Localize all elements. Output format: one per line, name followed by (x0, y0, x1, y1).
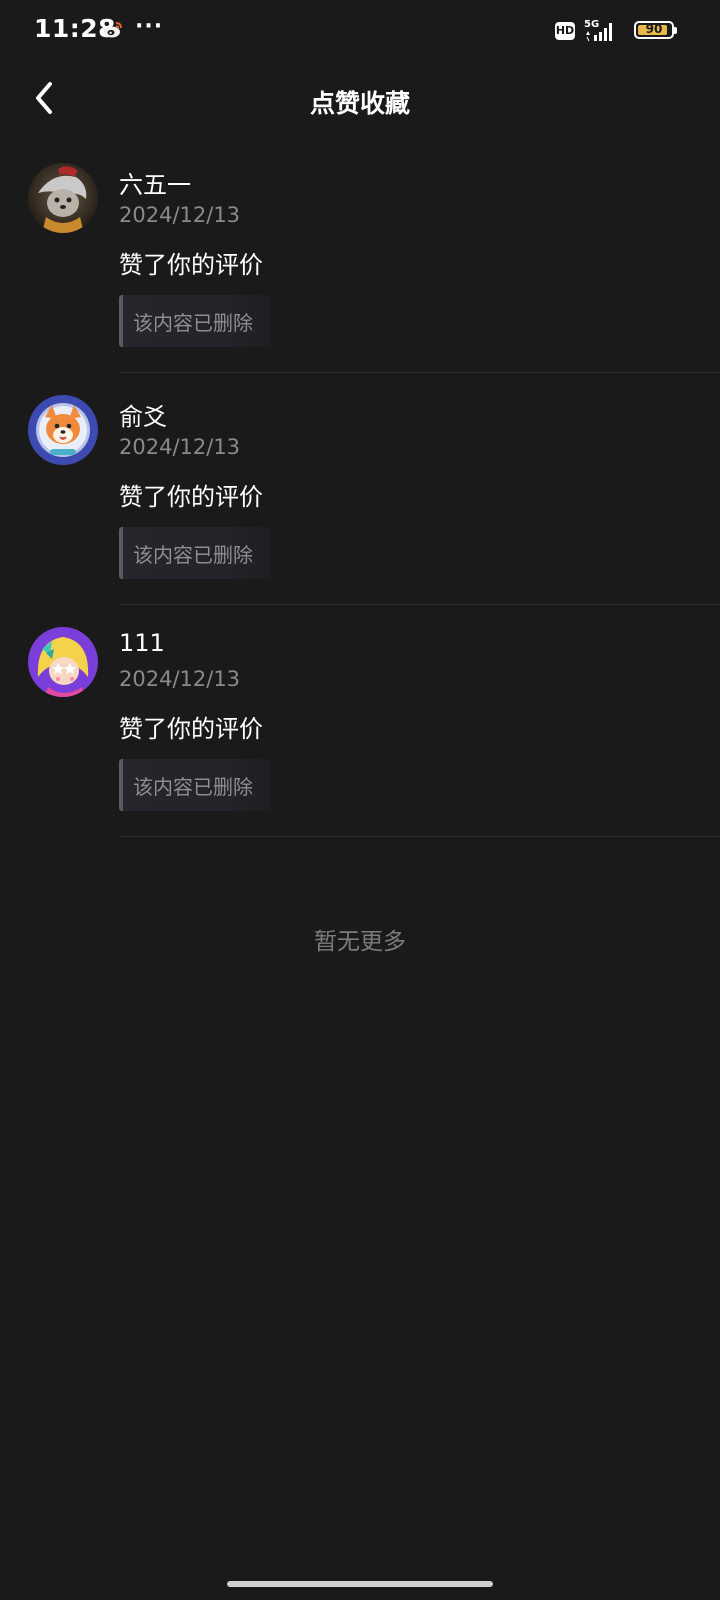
more-notifications-icon: ··· (135, 14, 164, 39)
avatar-dog-photo[interactable] (28, 163, 98, 233)
divider (119, 372, 720, 373)
hd-badge: HD (555, 22, 575, 40)
notification-action: 赞了你的评价 (119, 251, 263, 279)
divider (119, 604, 720, 605)
notification-item: 俞爻 2024/12/13 赞了你的评价 该内容已删除 (0, 395, 720, 631)
quoted-content-text: 该内容已删除 (133, 775, 253, 799)
divider (119, 836, 720, 837)
network-label: 5G (584, 19, 599, 30)
home-indicator[interactable] (227, 1581, 493, 1587)
battery-tip (674, 27, 677, 34)
quoted-content-text: 该内容已删除 (133, 543, 253, 567)
username[interactable]: 111 (119, 629, 165, 657)
notification-item: 六五一 2024/12/13 赞了你的评价 该内容已删除 (0, 163, 720, 399)
quoted-content[interactable]: 该内容已删除 (119, 527, 271, 579)
notification-item: 111 2024/12/13 赞了你的评价 该内容已删除 (0, 627, 720, 863)
notification-action: 赞了你的评价 (119, 715, 263, 743)
status-bar: 11:28 ··· HD 5G 90 (0, 0, 720, 64)
no-more-text: 暂无更多 (314, 929, 406, 955)
username[interactable]: 六五一 (119, 165, 191, 200)
notification-date: 2024/12/13 (119, 667, 241, 691)
avatar-shiba-cartoon[interactable] (28, 395, 98, 465)
header: 点赞收藏 (0, 64, 720, 138)
battery-icon: 90 (634, 21, 674, 39)
battery-text: 90 (645, 22, 663, 36)
notification-date: 2024/12/13 (119, 203, 241, 227)
quoted-content[interactable]: 该内容已删除 (119, 295, 271, 347)
quoted-content-text: 该内容已删除 (133, 311, 253, 335)
weibo-icon (103, 21, 123, 43)
quoted-content[interactable]: 该内容已删除 (119, 759, 271, 811)
notification-date: 2024/12/13 (119, 435, 241, 459)
page-title: 点赞收藏 (309, 89, 410, 118)
signal-icon: 5G (584, 18, 616, 46)
avatar-anime-girl[interactable] (28, 627, 98, 697)
username[interactable]: 俞爻 (119, 397, 167, 432)
notification-action: 赞了你的评价 (119, 483, 263, 511)
